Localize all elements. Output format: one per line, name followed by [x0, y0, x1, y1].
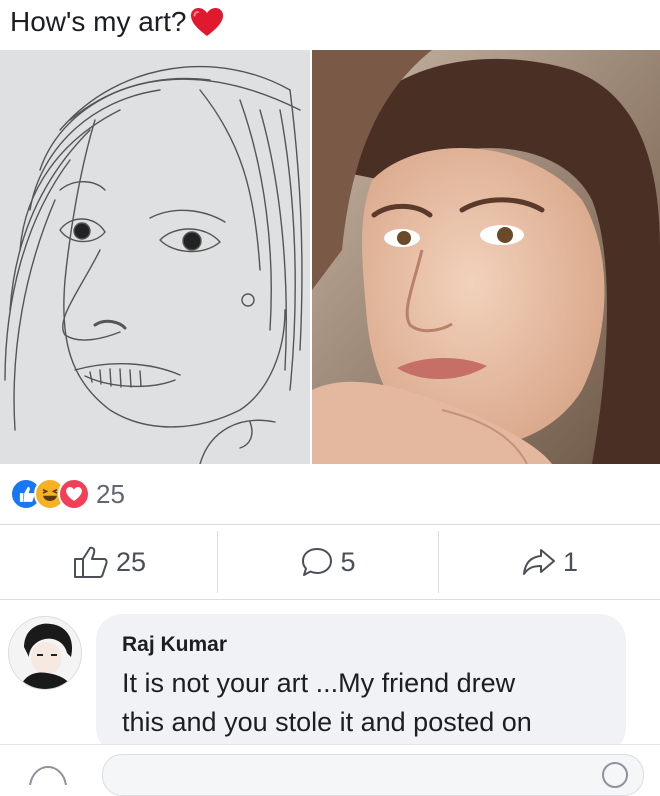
share-button[interactable]: 1 [439, 525, 660, 599]
post-caption: How's my art? [10, 4, 225, 40]
share-arrow-icon [522, 549, 555, 575]
reactions-summary[interactable]: 25 [10, 476, 125, 512]
pencil-sketch-image [0, 50, 310, 464]
reaction-count: 25 [96, 478, 125, 509]
comment-button[interactable]: 5 [218, 525, 438, 599]
comment-bubble-icon [302, 548, 333, 576]
post-caption-text: How's my art? [10, 6, 187, 37]
post-image[interactable] [0, 50, 660, 464]
comment-text-line: this and you stole it and posted on [122, 707, 532, 737]
love-icon [58, 478, 90, 510]
comment-count: 5 [340, 546, 356, 577]
red-heart-icon [190, 8, 223, 36]
share-count: 1 [562, 546, 579, 577]
comment-bubble: Raj Kumar It is not your art ...My frien… [96, 614, 626, 754]
thumbs-up-icon [73, 546, 108, 578]
reaction-icons [10, 478, 90, 510]
avatar[interactable] [8, 616, 82, 690]
portrait-photo-image [312, 50, 660, 464]
like-count: 25 [115, 546, 147, 577]
anime-avatar-image [9, 617, 81, 689]
comment-input[interactable] [102, 754, 644, 796]
action-bar: 25 5 1 [0, 525, 660, 599]
like-button[interactable]: 25 [0, 525, 218, 599]
comment-text-line: It is not your art ...My friend drew [122, 668, 516, 698]
user-avatar-icon[interactable] [26, 765, 70, 785]
divider [0, 599, 660, 600]
comment-text: It is not your art ...My friend drew thi… [122, 664, 602, 742]
emoji-icon[interactable] [601, 761, 629, 789]
comment-author[interactable]: Raj Kumar [122, 632, 602, 658]
